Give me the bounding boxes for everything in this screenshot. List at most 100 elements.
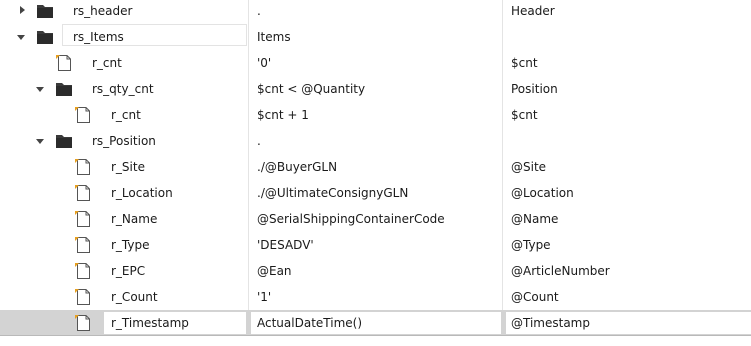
- target-text: $cnt: [511, 56, 538, 70]
- expression-text: ActualDateTime(): [257, 316, 363, 330]
- folder-icon: [37, 31, 53, 44]
- name-cell[interactable]: r_Timestamp: [0, 310, 248, 336]
- tree-row-r-site[interactable]: r_Site ./@BuyerGLN @Site: [0, 154, 751, 180]
- name-cell[interactable]: r_Count: [0, 284, 248, 310]
- expression-cell[interactable]: @SerialShippingContainerCode: [249, 206, 502, 232]
- expression-cell[interactable]: .: [249, 128, 502, 154]
- row-name: r_Type: [111, 238, 150, 252]
- expression-cell[interactable]: '0': [249, 50, 502, 76]
- expression-cell[interactable]: $cnt + 1: [249, 102, 502, 128]
- tree-row-r-timestamp[interactable]: r_Timestamp ActualDateTime() @Timestamp: [0, 310, 751, 336]
- expression-text: @SerialShippingContainerCode: [257, 212, 445, 226]
- document-icon: [75, 263, 90, 279]
- target-cell[interactable]: @Type: [503, 232, 751, 258]
- name-cell[interactable]: r_Site: [0, 154, 248, 180]
- target-cell[interactable]: $cnt: [503, 102, 751, 128]
- expression-text: '1': [257, 290, 272, 304]
- document-icon: [75, 107, 90, 123]
- target-text: Header: [511, 4, 555, 18]
- expression-text: $cnt + 1: [257, 108, 309, 122]
- expression-cell[interactable]: Items: [249, 24, 502, 50]
- target-text: @Count: [511, 290, 559, 304]
- row-name: r_Name: [111, 212, 158, 226]
- expression-cell[interactable]: '1': [249, 284, 502, 310]
- expression-cell[interactable]: ./@BuyerGLN: [249, 154, 502, 180]
- tree-row-rs-header[interactable]: rs_header . Header: [0, 0, 751, 24]
- row-name: r_EPC: [111, 264, 146, 278]
- tree-row-rs-position[interactable]: rs_Position .: [0, 128, 751, 154]
- target-text: @Site: [511, 160, 547, 174]
- name-cell[interactable]: rs_qty_cnt: [0, 76, 248, 102]
- row-name: r_Location: [111, 186, 173, 200]
- target-text: @Location: [511, 186, 574, 200]
- expression-cell[interactable]: 'DESADV': [249, 232, 502, 258]
- collapse-arrow-icon[interactable]: [36, 87, 44, 92]
- row-name: r_cnt: [111, 108, 141, 122]
- tree-row-r-name[interactable]: r_Name @SerialShippingContainerCode @Nam…: [0, 206, 751, 232]
- expression-text: @Ean: [257, 264, 292, 278]
- tree-row-r-type[interactable]: r_Type 'DESADV' @Type: [0, 232, 751, 258]
- document-icon: [75, 315, 90, 331]
- name-cell[interactable]: r_Location: [0, 180, 248, 206]
- tree-row-r-epc[interactable]: r_EPC @Ean @ArticleNumber: [0, 258, 751, 284]
- tree-row-rs-qty-cnt[interactable]: rs_qty_cnt $cnt < @Quantity Position: [0, 76, 751, 102]
- target-text: Position: [511, 82, 558, 96]
- expression-cell[interactable]: $cnt < @Quantity: [249, 76, 502, 102]
- expression-cell[interactable]: .: [249, 0, 502, 24]
- target-text: @ArticleNumber: [511, 264, 610, 278]
- target-cell[interactable]: @Count: [503, 284, 751, 310]
- target-text: $cnt: [511, 108, 538, 122]
- name-cell[interactable]: rs_header: [0, 0, 248, 24]
- name-cell[interactable]: r_EPC: [0, 258, 248, 284]
- name-cell[interactable]: rs_Position: [0, 128, 248, 154]
- document-icon: [75, 159, 90, 175]
- collapse-arrow-icon[interactable]: [36, 139, 44, 144]
- target-cell[interactable]: Header: [503, 0, 751, 24]
- expand-arrow-icon[interactable]: [20, 6, 25, 14]
- target-cell[interactable]: @Location: [503, 180, 751, 206]
- target-cell[interactable]: @Timestamp: [506, 312, 751, 334]
- tree-row-r-count[interactable]: r_Count '1' @Count: [0, 284, 751, 310]
- name-cell[interactable]: r_Name: [0, 206, 248, 232]
- document-icon: [75, 289, 90, 305]
- tree-row-r-cnt-increment[interactable]: r_cnt $cnt + 1 $cnt: [0, 102, 751, 128]
- tree-row-r-location[interactable]: r_Location ./@UltimateConsignyGLN @Locat…: [0, 180, 751, 206]
- name-cell[interactable]: r_cnt: [0, 102, 248, 128]
- row-name: r_Timestamp: [111, 316, 189, 330]
- target-cell[interactable]: @Site: [503, 154, 751, 180]
- expression-text: '0': [257, 56, 272, 70]
- row-name: rs_qty_cnt: [92, 82, 154, 96]
- name-cell[interactable]: r_cnt: [0, 50, 248, 76]
- expression-text: 'DESADV': [257, 238, 314, 252]
- expression-text: .: [257, 134, 261, 148]
- folder-icon: [56, 83, 72, 96]
- expression-text: ./@BuyerGLN: [257, 160, 338, 174]
- tree-row-r-cnt[interactable]: r_cnt '0' $cnt: [0, 50, 751, 76]
- name-cell[interactable]: r_Type: [0, 232, 248, 258]
- target-cell[interactable]: Position: [503, 76, 751, 102]
- target-cell[interactable]: $cnt: [503, 50, 751, 76]
- target-text: @Type: [511, 238, 551, 252]
- collapse-arrow-icon[interactable]: [17, 35, 25, 40]
- row-name: rs_header: [73, 4, 133, 18]
- target-text: @Timestamp: [511, 316, 590, 330]
- target-text: @Name: [511, 212, 559, 226]
- expression-cell[interactable]: @Ean: [249, 258, 502, 284]
- row-name: rs_Items: [73, 30, 124, 44]
- target-cell[interactable]: @ArticleNumber: [503, 258, 751, 284]
- name-cell[interactable]: rs_Items: [0, 24, 248, 50]
- row-name: r_Site: [111, 160, 145, 174]
- expression-cell[interactable]: ActualDateTime(): [251, 312, 501, 334]
- folder-icon: [37, 5, 53, 18]
- target-cell[interactable]: [503, 24, 751, 50]
- expression-text: .: [257, 4, 261, 18]
- tree-row-rs-items[interactable]: rs_Items Items: [0, 24, 751, 50]
- row-name: rs_Position: [92, 134, 156, 148]
- target-cell[interactable]: [503, 128, 751, 154]
- target-cell[interactable]: @Name: [503, 206, 751, 232]
- row-name: r_Count: [111, 290, 158, 304]
- document-icon: [56, 55, 71, 71]
- expression-cell[interactable]: ./@UltimateConsignyGLN: [249, 180, 502, 206]
- row-name: r_cnt: [92, 56, 122, 70]
- expression-text: ./@UltimateConsignyGLN: [257, 186, 409, 200]
